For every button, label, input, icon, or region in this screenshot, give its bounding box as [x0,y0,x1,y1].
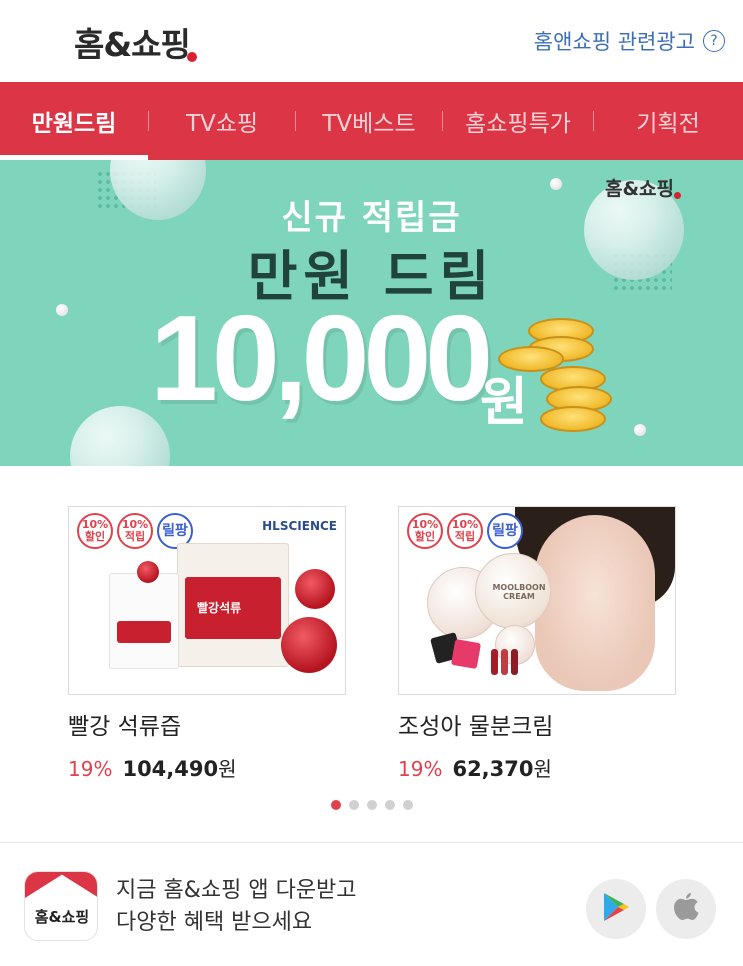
product-name[interactable]: 조성아 물분크림 [398,707,676,741]
download-message: 지금 홈&쇼핑 앱 다운받고 다양한 혜택 받으세요 [116,875,357,939]
pomegranate-graphic [281,617,337,673]
package-text: 빨강석류 [197,601,242,615]
points-badge: 10% 적립 [447,513,483,549]
product-card[interactable]: 10% 할인 10% 적립 릴팡 HLSCIENCE 빨강석류 빨강 석류즙 19%… [68,506,346,782]
pager-dot[interactable] [384,800,395,810]
price: 104,490원 [122,757,237,781]
apple-icon [672,891,700,927]
discount-rate: 19% [398,757,443,781]
product-image[interactable]: 10% 할인 10% 적립 릴팡 HLSCIENCE 빨강석류 [68,506,346,695]
category-nav: 만원드림 TV쇼핑 TV베스트 홈쇼핑특가 기획전 [0,82,743,160]
related-ads-label: 홈앤쇼핑 관련광고 [533,30,695,54]
pomegranate-graphic [137,561,159,583]
logo[interactable]: 홈&쇼핑 [74,18,197,66]
app-icon-text: 홈&쇼핑 [34,908,90,926]
tab-tv-best[interactable]: TV베스트 [296,82,442,160]
price: 62,370원 [452,757,552,781]
pearl-graphic [634,424,646,436]
banner-currency: 원 [480,373,528,433]
discount-badge: 10% 할인 [77,513,113,549]
product-image[interactable]: MOOLBOON CREAM 10% 할인 10% 적립 릴팡 [398,506,676,695]
pouch-label [117,621,171,643]
app-icon[interactable]: 홈&쇼핑 [24,871,98,941]
help-icon[interactable]: ? [703,30,725,52]
google-play-button[interactable] [586,879,646,939]
pager-dot[interactable] [330,800,341,810]
pager-dot[interactable] [348,800,359,810]
price-row: 19% 104,490원 [68,753,346,782]
tab-home-shopping-special[interactable]: 홈쇼핑특가 [443,82,593,160]
model-face [535,515,655,691]
google-play-icon [602,892,630,926]
carousel-pager [0,800,743,810]
banner-amount: 10,000 [150,290,493,426]
lipstick [501,649,508,675]
pomegranate-graphic [295,569,335,609]
download-message-line2: 다양한 혜택 받으세요 [116,910,313,935]
discount-rate: 19% [68,757,113,781]
download-message-line1: 지금 홈&쇼핑 앱 다운받고 [116,878,357,903]
promo-banner[interactable]: 홈&쇼핑 신규 적립금 만원 드림 10,000 원 [0,160,743,466]
pearl-graphic [550,178,562,190]
header: 홈&쇼핑 홈앤쇼핑 관련광고 ? [0,0,743,82]
discount-badge: 10% 할인 [407,513,443,549]
brand-logo: HLSCIENCE [262,519,337,533]
price-row: 19% 62,370원 [398,753,676,782]
coin-graphic [540,406,606,432]
product-sample [450,638,482,670]
badge-group: 10% 할인 10% 적립 릴팡 [77,513,193,549]
badge-group: 10% 할인 10% 적립 릴팡 [407,513,523,549]
tab-exhibition[interactable]: 기획전 [594,82,742,160]
app-store-button[interactable] [656,879,716,939]
points-badge: 10% 적립 [117,513,153,549]
app-download-footer: 홈&쇼핑 지금 홈&쇼핑 앱 다운받고 다양한 혜택 받으세요 [0,842,743,966]
product-card[interactable]: MOOLBOON CREAM 10% 할인 10% 적립 릴팡 조성아 물분크림 1… [398,506,676,782]
tab-10000-won[interactable]: 만원드림 [0,82,148,160]
pager-dot[interactable] [366,800,377,810]
related-ads-link[interactable]: 홈앤쇼핑 관련광고 ? [534,26,725,56]
roof-graphic [25,872,97,898]
product-name[interactable]: 빨강 석류즙 [68,707,346,741]
lipstick [491,649,498,675]
live-badge: 릴팡 [487,513,523,549]
tab-tv-shopping[interactable]: TV쇼핑 [149,82,295,160]
pager-dot[interactable] [402,800,413,810]
package-text: MOOLBOON CREAM [492,583,546,601]
product-carousel: 10% 할인 10% 적립 릴팡 HLSCIENCE 빨강석류 빨강 석류즙 19%… [0,466,743,842]
lipstick [511,649,518,675]
